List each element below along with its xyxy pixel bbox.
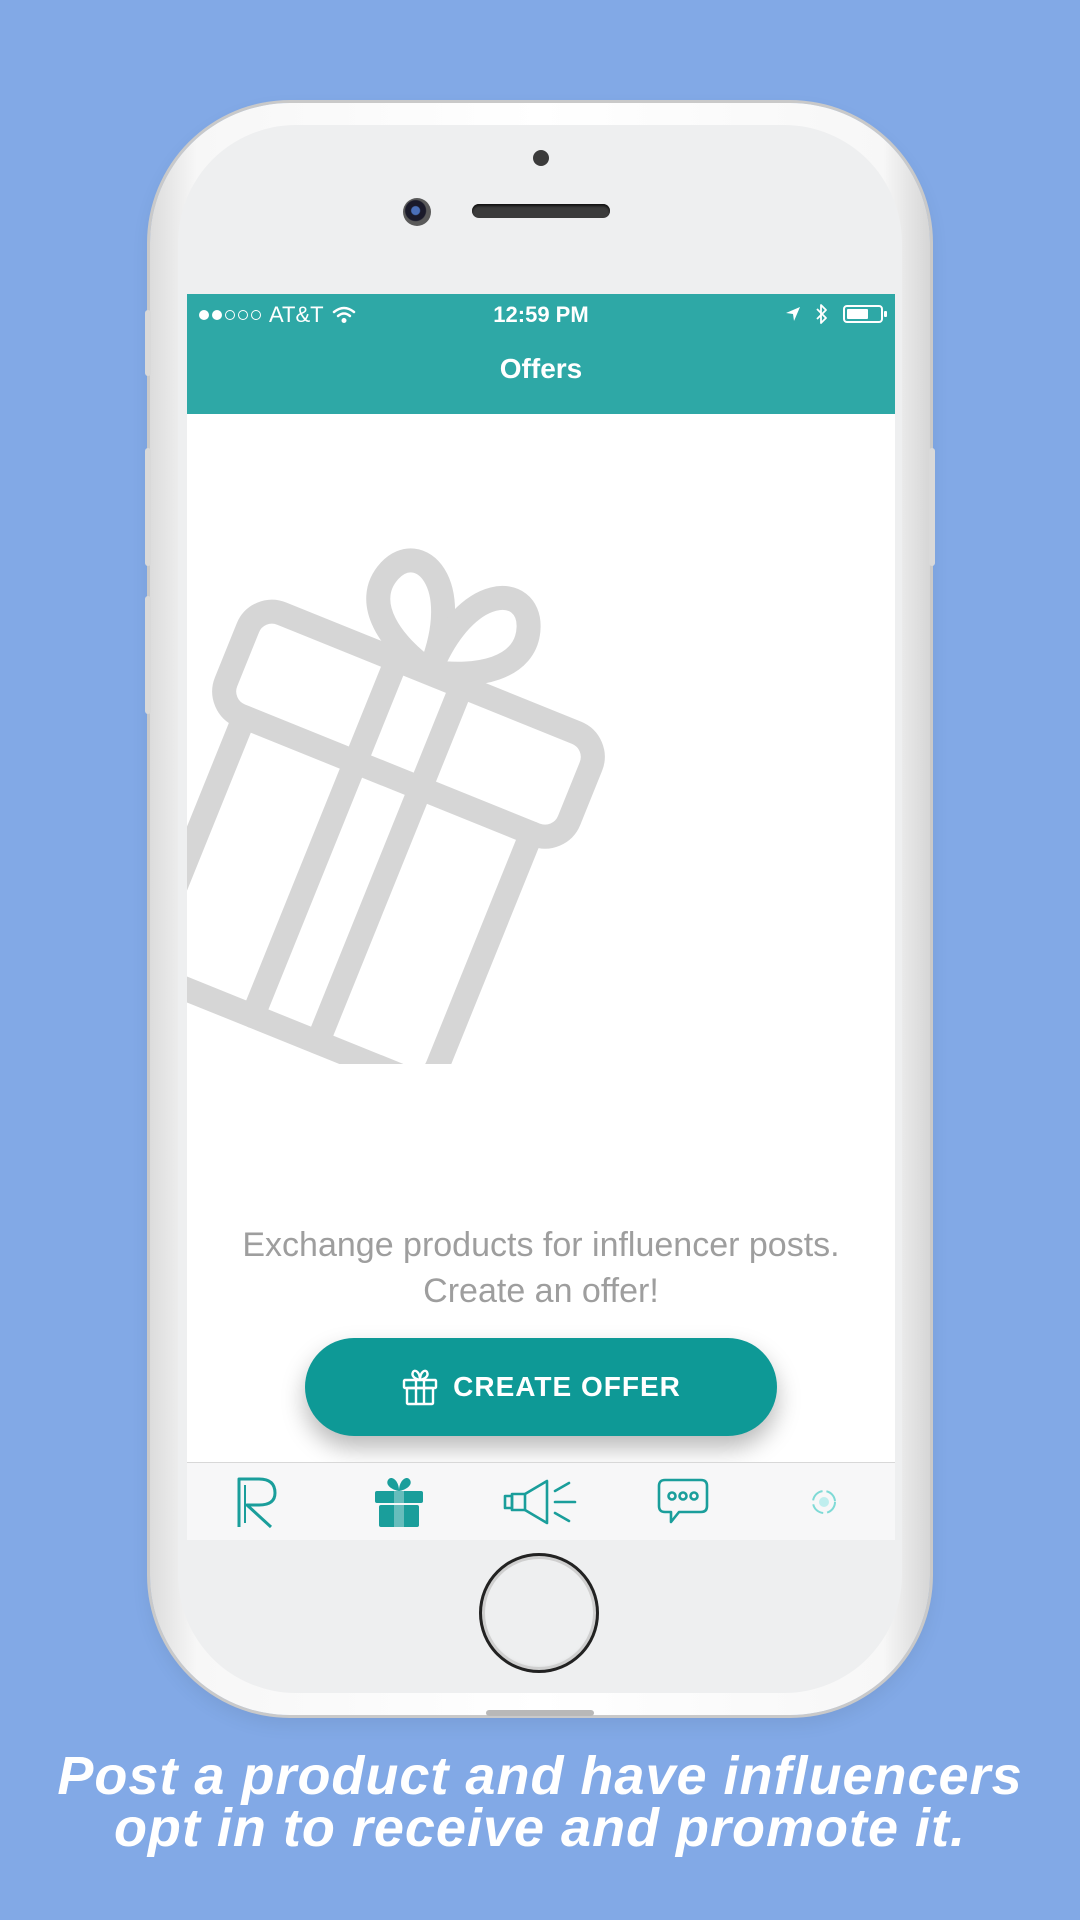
earpiece-speaker (472, 204, 610, 218)
r-logo-icon (237, 1477, 277, 1529)
create-offer-label: CREATE OFFER (453, 1371, 681, 1402)
front-camera (403, 198, 431, 226)
tab-offers[interactable] (354, 1467, 444, 1537)
status-bar: AT&T 12:59 PM (187, 294, 895, 334)
side-button-power (929, 448, 935, 566)
side-button-mute (145, 310, 151, 376)
megaphone-icon (503, 1479, 577, 1525)
location-arrow-icon (786, 307, 800, 321)
phone-bottom-edge (486, 1710, 594, 1716)
tab-home[interactable] (213, 1467, 303, 1537)
create-offer-button[interactable]: CREATE OFFER (305, 1338, 777, 1436)
app-screen: AT&T 12:59 PM Offers Exchange products f… (187, 294, 895, 1540)
navigation-bar: Offers (187, 334, 895, 414)
caption-line-2: opt in to receive and promote it. (113, 1798, 967, 1858)
proximity-sensor (533, 150, 549, 166)
battery-icon (843, 305, 887, 323)
gift-icon (402, 1369, 438, 1406)
side-button-volume-up (145, 448, 151, 566)
profile-refresh-icon (812, 1490, 837, 1514)
side-button-volume-down (145, 596, 151, 714)
tab-profile[interactable] (779, 1467, 869, 1537)
gift-icon (375, 1478, 424, 1527)
bluetooth-icon (816, 304, 827, 324)
tab-bar (187, 1462, 895, 1540)
caption-line-1: Post a product and have influencers (57, 1746, 1023, 1806)
chat-bubble-icon (657, 1478, 708, 1524)
gift-icon (187, 548, 605, 1064)
page-title: Offers (499, 353, 583, 384)
tab-campaigns[interactable] (496, 1467, 586, 1537)
home-button[interactable] (479, 1553, 599, 1673)
marketing-caption: Post a product and have influencers opt … (0, 1746, 1080, 1858)
empty-state-message: Exchange products for influencer posts. … (242, 1226, 840, 1310)
tab-messages[interactable] (638, 1467, 728, 1537)
